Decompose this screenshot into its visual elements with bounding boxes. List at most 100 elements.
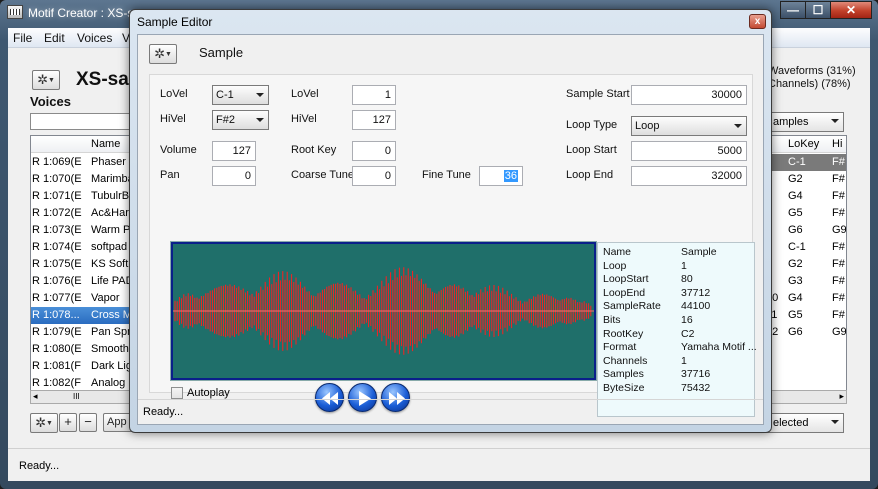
voice-name: Life PAD [91, 275, 134, 287]
waveforms-usage: Waveforms (31%) [768, 65, 856, 77]
pan-field[interactable]: 0 [212, 166, 256, 186]
info-row: Format Yamaha Motif ... [598, 341, 757, 355]
voice-list-item[interactable]: R 1:075(E KS SoftR [31, 256, 139, 273]
scroll-left-icon[interactable]: ◂ [33, 391, 38, 402]
element-list-item[interactable]: 3G2F# [764, 256, 846, 273]
voice-list-item[interactable]: R 1:072(E Ac&Harm [31, 205, 139, 222]
info-value: 1 [681, 259, 687, 272]
element-list-item[interactable]: 4G4F# [764, 188, 846, 205]
voice-list-item[interactable]: R 1:073(E Warm Pa [31, 222, 139, 239]
voice-list-item[interactable]: R 1:071(E TubulrBe [31, 188, 139, 205]
voice-name: Marimba [91, 173, 134, 185]
hivel-combo-label: HiVel [160, 113, 186, 125]
voice-name: Analog [91, 377, 126, 389]
element-list-item[interactable]: 7C-1F# [764, 239, 846, 256]
loop-type-select[interactable]: Loop [631, 116, 747, 136]
info-key: RootKey [603, 327, 644, 340]
voice-search-input[interactable] [30, 113, 140, 130]
menu-edit[interactable]: Edit [44, 31, 65, 45]
coarse-tune-field[interactable]: 0 [352, 166, 396, 186]
element-list-item[interactable]: 9G3F# [764, 273, 846, 290]
voice-actions-gear-button[interactable]: ✲▼ [30, 413, 58, 433]
scroll-right-icon[interactable]: ▸ [839, 391, 844, 402]
name-column-header[interactable]: Name [91, 138, 120, 150]
lovel-key-select[interactable]: C-1 [212, 85, 269, 105]
voice-name: Cross M [91, 309, 132, 321]
hikey-column-header[interactable]: Hi [832, 138, 842, 150]
coarse-tune-label: Coarse Tune [291, 169, 354, 181]
rewind-button[interactable] [315, 383, 344, 412]
close-button[interactable]: ✕ [830, 1, 872, 19]
scroll-thumb[interactable]: III [73, 392, 80, 401]
main-status-text: Ready... [19, 460, 60, 472]
voices-gear-button[interactable]: ✲▼ [32, 70, 60, 90]
info-key: Samples [603, 368, 644, 381]
voice-list-item[interactable]: R 1:082(F Analog [31, 375, 139, 390]
voice-list-item[interactable]: R 1:080(E SmoothB [31, 341, 139, 358]
waveform-display[interactable] [170, 241, 597, 381]
dropdown-arrow-icon: ▼ [164, 51, 172, 58]
info-row: ByteSize 75432 [598, 382, 756, 396]
voice-list-header[interactable]: Name [31, 136, 139, 153]
voice-list[interactable]: Name R 1:069(E Phaser VR 1:070(E Marimba R … [30, 135, 140, 391]
sample-start-label: Sample Start [566, 88, 630, 100]
play-button[interactable] [348, 383, 377, 412]
element-list-item[interactable]: 1C-1F# [764, 154, 846, 171]
voice-list-item[interactable]: R 1:074(E softpad [31, 239, 139, 256]
menu-file[interactable]: File [13, 31, 32, 45]
info-value: 75432 [681, 382, 711, 394]
voice-list-item[interactable]: R 1:076(E Life PAD [31, 273, 139, 290]
voice-list-item[interactable]: R 1:070(E Marimba [31, 171, 139, 188]
element-list-hscrollbar[interactable]: ▸ [763, 390, 847, 404]
element-lokey: G5 [788, 309, 803, 321]
loop-end-label: Loop End [566, 169, 614, 181]
sample-gear-button[interactable]: ✲▼ [149, 44, 177, 64]
minimize-button[interactable]: — [780, 1, 806, 19]
hivel-field[interactable]: 127 [352, 110, 396, 130]
element-list-item[interactable]: 12 G6 G9 [764, 324, 846, 341]
element-list-item[interactable]: 11G5F# [764, 307, 846, 324]
lovel-field[interactable]: 1 [352, 85, 396, 105]
info-row: LoopStart 80 [598, 273, 756, 287]
lokey-column-header[interactable]: LoKey [788, 138, 819, 150]
fast-forward-button[interactable] [381, 383, 410, 412]
autoplay-checkbox-box[interactable] [171, 387, 183, 399]
menu-voices[interactable]: Voices [77, 31, 112, 45]
autoplay-label: Autoplay [187, 387, 230, 399]
sample-start-field[interactable]: 30000 [631, 85, 747, 105]
chevron-down-icon [831, 420, 839, 424]
volume-field[interactable]: 127 [212, 141, 256, 161]
element-list-header[interactable]: LoKey Hi [764, 136, 846, 153]
voice-list-item[interactable]: R 1:069(E Phaser V [31, 154, 139, 171]
voice-id: R 1:071(E [32, 190, 82, 202]
view-select[interactable]: amples [766, 112, 844, 132]
add-voice-button[interactable]: + [59, 413, 77, 432]
voice-list-item[interactable]: R 1:079(E Pan Spri [31, 324, 139, 341]
voice-list-item[interactable]: R 1:078... Cross M [31, 307, 139, 324]
voice-list-item[interactable]: R 1:077(E Vapor [31, 290, 139, 307]
info-row: Name Sample [598, 246, 756, 260]
element-list-item[interactable]: 5G5F# [764, 205, 846, 222]
info-row: SampleRate 44100 [598, 300, 756, 314]
element-list-item[interactable]: 6G6G9 [764, 222, 846, 239]
selection-select[interactable]: elected [766, 413, 844, 433]
element-list[interactable]: LoKey Hi 1C-1F#2G2F#4G4F#5G5F#6G6G97C-1F… [763, 135, 847, 391]
app-icon [7, 5, 23, 19]
hivel-key-select[interactable]: F#2 [212, 110, 269, 130]
loop-start-field[interactable]: 5000 [631, 141, 747, 161]
voice-list-hscrollbar[interactable]: ◂ III [30, 390, 140, 404]
root-key-field[interactable]: 0 [352, 141, 396, 161]
info-value: 16 [681, 314, 693, 326]
remove-voice-button[interactable]: − [79, 413, 97, 432]
dialog-close-button[interactable]: x [749, 14, 766, 29]
element-list-item[interactable]: 10 G4 F# [764, 290, 846, 307]
element-lokey: G4 [788, 292, 803, 304]
element-list-item[interactable]: 2G2F# [764, 171, 846, 188]
info-key: LoopStart [603, 273, 649, 286]
loop-end-field[interactable]: 32000 [631, 166, 747, 186]
info-key: ByteSize [603, 382, 645, 394]
voice-list-item[interactable]: R 1:081(F Dark Lig [31, 358, 139, 375]
maximize-button[interactable]: ☐ [805, 1, 831, 19]
fine-tune-field[interactable]: 36 [479, 166, 523, 186]
gear-icon: ✲ [35, 415, 46, 430]
